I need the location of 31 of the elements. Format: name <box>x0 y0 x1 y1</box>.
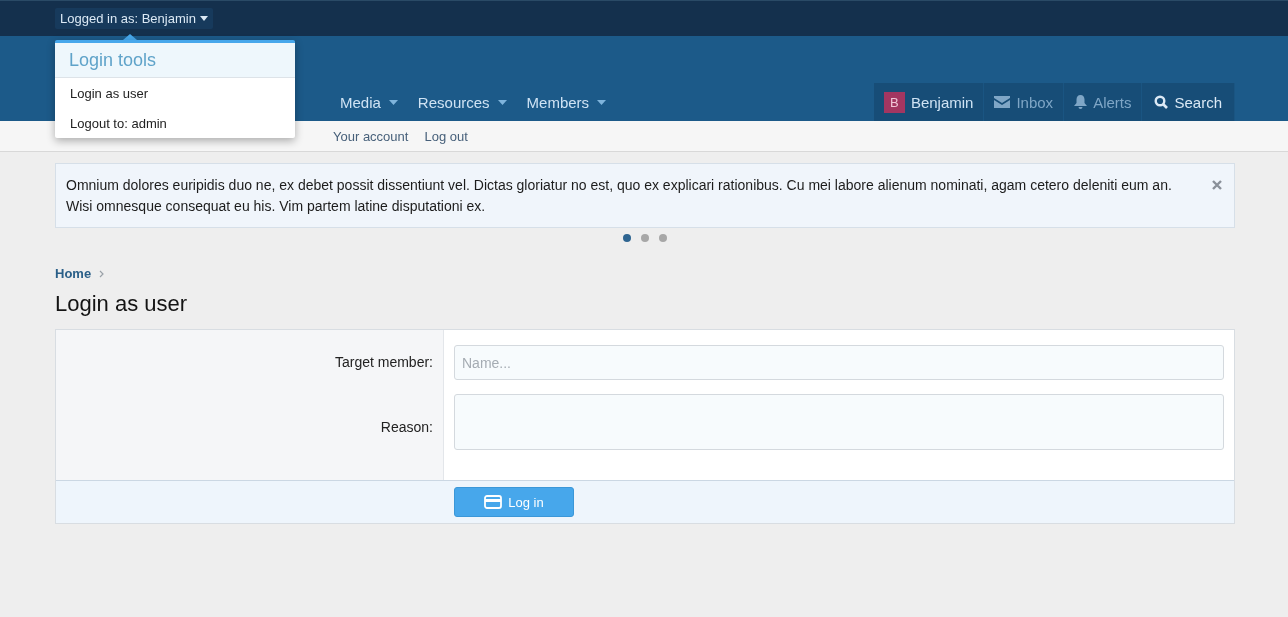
menu-item[interactable]: Login as user <box>55 78 295 108</box>
nav-tab[interactable]: Members <box>516 93 617 111</box>
card-icon <box>484 495 503 509</box>
caret-icon <box>497 99 507 105</box>
slide-dot[interactable] <box>623 234 631 242</box>
nav-tab[interactable]: Media <box>330 93 408 111</box>
user-name: Benjamin <box>910 93 974 111</box>
chevron-icon <box>99 269 105 278</box>
field-label: Target member: <box>334 354 433 372</box>
sub-nav-link[interactable]: Log out <box>416 128 476 144</box>
menu-title: Login tools <box>55 43 295 78</box>
field-label: Reason: <box>380 419 433 437</box>
envelope-icon <box>994 96 1011 108</box>
menu-item[interactable]: Logout to: admin <box>55 108 295 138</box>
notice-text: Omnium dolores euripidis duo ne, ex debet possit dissentiunt vel. Dictas gloriatur no est, quo ex explicari rationibus. Cu mei labore alienum nominati, agam cetero deleniti eum an. Wisi omnesque consequat eu his. Vim partem latine disputationi ex. <box>66 176 1173 216</box>
close-icon[interactable] <box>1212 180 1222 190</box>
avatar: B <box>883 91 905 113</box>
caret-icon <box>388 99 398 105</box>
sub-nav-link[interactable]: Your account <box>325 128 417 144</box>
account-menu-button[interactable]: Logged in as: Benjamin <box>55 8 213 29</box>
page-title: Login as user <box>55 291 189 317</box>
caret-icon <box>199 16 208 21</box>
member-name-field[interactable]: Name... <box>454 345 1224 380</box>
bell-icon <box>1074 95 1088 109</box>
slide-dot[interactable] <box>641 234 649 242</box>
nav-tab[interactable]: Resources <box>407 93 517 111</box>
search-icon <box>1154 95 1169 109</box>
caret-icon <box>597 99 607 105</box>
breadcrumb-link[interactable]: Home <box>55 266 92 281</box>
reason-field[interactable] <box>454 394 1224 450</box>
slide-dot[interactable] <box>659 234 667 242</box>
